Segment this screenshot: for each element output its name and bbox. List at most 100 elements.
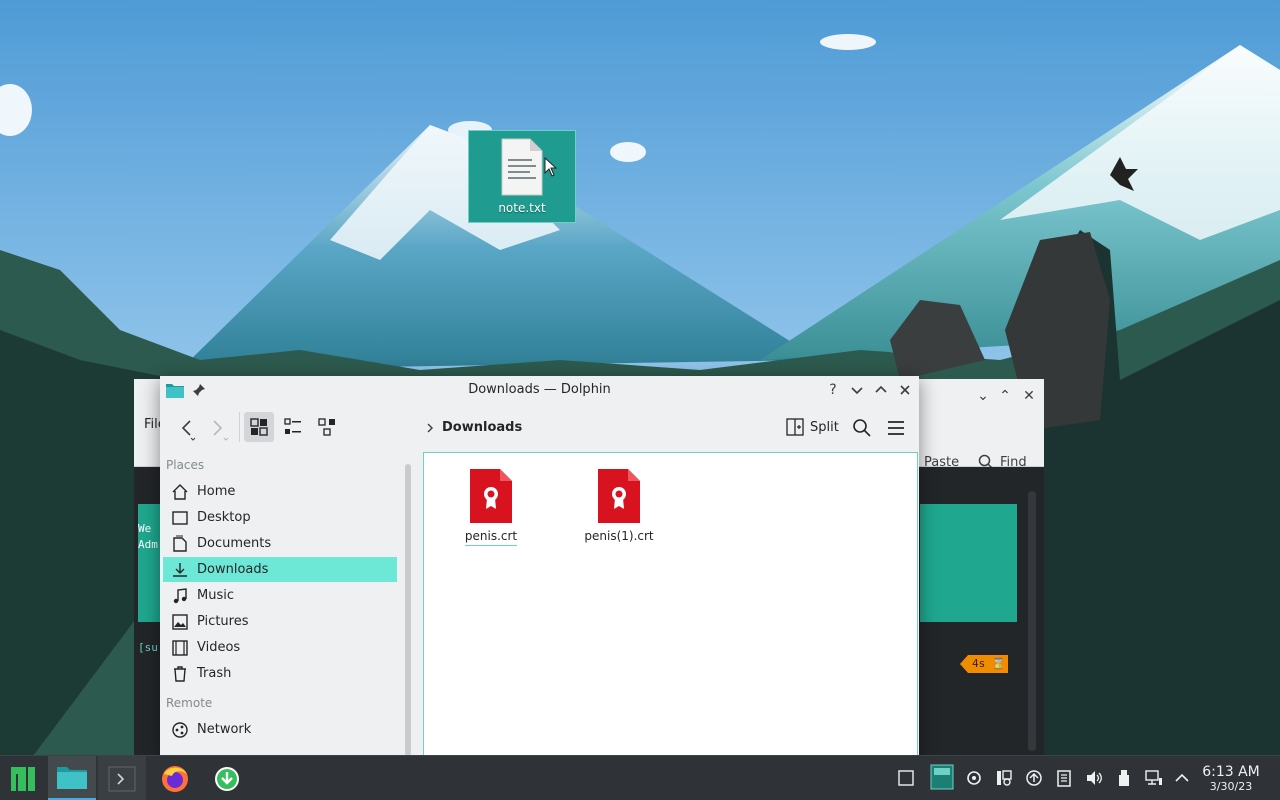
dolphin-window[interactable]: Downloads — Dolphin ? Downloads Split Pl… (160, 376, 919, 756)
terminal-text: Adm (138, 538, 158, 551)
desktop-icon (172, 510, 188, 525)
firefox-icon (162, 765, 188, 792)
details-view-button[interactable] (312, 412, 342, 442)
videos-icon (172, 639, 188, 656)
compact-view-button[interactable] (278, 412, 308, 442)
split-button[interactable]: Split (786, 418, 839, 436)
place-home[interactable]: Home (163, 479, 397, 504)
taskbar-software-update[interactable] (204, 756, 250, 800)
window-title: Downloads — Dolphin (468, 382, 611, 397)
search-button[interactable] (852, 418, 872, 438)
place-music[interactable]: Music (163, 583, 397, 608)
places-heading: Places (166, 458, 205, 472)
dolphin-toolbar: Downloads Split (160, 404, 919, 450)
updates-icon[interactable] (1024, 768, 1044, 788)
place-label: Home (197, 484, 236, 499)
split-label: Split (810, 419, 839, 435)
text-file-icon (501, 138, 543, 196)
volume-icon[interactable] (1084, 768, 1104, 788)
maximize-button[interactable]: ⌃ (996, 387, 1014, 405)
dolphin-titlebar[interactable]: Downloads — Dolphin ? (160, 376, 919, 404)
terminal-highlight (920, 504, 1017, 622)
breadcrumb-downloads[interactable]: Downloads (442, 420, 522, 435)
help-button[interactable]: ? (824, 381, 842, 399)
application-launcher-button[interactable] (0, 756, 46, 800)
back-button[interactable] (174, 414, 202, 442)
place-desktop[interactable]: Desktop (163, 505, 397, 530)
documents-icon (173, 535, 187, 552)
clock-date: 3/30/23 (1209, 780, 1253, 793)
place-label: Documents (197, 536, 272, 551)
forward-button[interactable] (202, 414, 230, 442)
desktop-file-label: note.txt (498, 201, 546, 215)
certificate-icon (598, 469, 640, 523)
taskbar-firefox[interactable] (152, 756, 198, 800)
terminal-icon (108, 766, 136, 791)
system-monitor-icon[interactable] (964, 768, 984, 788)
place-label: Videos (197, 640, 241, 655)
pager-icon[interactable] (930, 764, 954, 790)
timer-badge: 4s ⌛ (960, 655, 1008, 673)
usb-device-icon[interactable] (1114, 768, 1134, 788)
close-button[interactable] (896, 381, 914, 399)
trash-icon (174, 665, 186, 682)
digital-clock[interactable]: 6:13 AM 3/30/23 (1196, 764, 1266, 794)
file-item[interactable]: penis(1).crt (564, 467, 674, 545)
certificate-icon (470, 469, 512, 523)
home-icon (172, 483, 188, 500)
file-item[interactable]: penis.crt (436, 467, 546, 546)
pictures-icon (172, 613, 188, 630)
desktop-file-note[interactable]: note.txt (468, 130, 576, 223)
places-panel: Places Home Desktop Documents Downloads … (160, 452, 400, 756)
music-icon (173, 587, 187, 603)
place-network[interactable]: Network (163, 717, 397, 742)
place-trash[interactable]: Trash (163, 661, 397, 686)
breadcrumb[interactable]: Downloads (426, 420, 522, 435)
terminal-text: We (138, 522, 152, 535)
kde-connect-icon[interactable] (994, 768, 1014, 788)
compact-view-icon (284, 418, 301, 434)
folder-icon (57, 767, 87, 789)
minimize-button[interactable]: ⌄ (974, 387, 992, 405)
update-download-icon (215, 766, 239, 791)
network-wired-icon[interactable] (1144, 768, 1164, 788)
manjaro-logo-icon (11, 766, 35, 791)
file-name: penis(1).crt (584, 529, 654, 543)
network-icon (172, 721, 188, 738)
places-scrollbar[interactable] (405, 464, 411, 756)
place-label: Desktop (197, 510, 251, 525)
place-label: Trash (197, 666, 232, 681)
taskbar-dolphin[interactable] (48, 756, 96, 800)
chevron-right-icon (427, 423, 433, 432)
icons-view-button[interactable] (244, 412, 274, 442)
chevron-up-icon[interactable] (1172, 768, 1192, 788)
place-label: Downloads (197, 562, 269, 577)
taskbar: 6:13 AM 3/30/23 (0, 755, 1280, 800)
taskbar-konsole[interactable] (98, 756, 146, 800)
minimize-button[interactable] (848, 381, 866, 399)
place-label: Network (197, 722, 252, 737)
file-view[interactable]: penis.crt penis(1).crt (423, 452, 918, 756)
terminal-prompt: [su (138, 641, 158, 654)
place-downloads[interactable]: Downloads (163, 557, 397, 582)
place-videos[interactable]: Videos (163, 635, 397, 660)
terminal-scrollbar[interactable] (1028, 491, 1036, 751)
place-pictures[interactable]: Pictures (163, 609, 397, 634)
hamburger-menu-button[interactable] (886, 418, 906, 438)
place-documents[interactable]: Documents (163, 531, 397, 556)
show-desktop-icon[interactable] (896, 768, 916, 788)
close-button[interactable]: ✕ (1020, 387, 1038, 405)
file-name: penis.crt (464, 529, 518, 546)
details-view-icon (318, 418, 335, 436)
place-label: Pictures (197, 614, 249, 629)
clipboard-icon[interactable] (1054, 768, 1074, 788)
downloads-icon (173, 562, 187, 577)
maximize-button[interactable] (872, 381, 890, 399)
remote-heading: Remote (166, 696, 213, 710)
clock-time: 6:13 AM (1202, 764, 1260, 780)
toolbar-separator (239, 412, 240, 442)
split-view-icon (786, 418, 804, 436)
mouse-cursor-icon (544, 157, 558, 177)
icons-view-icon (250, 418, 268, 436)
place-label: Music (197, 588, 234, 603)
